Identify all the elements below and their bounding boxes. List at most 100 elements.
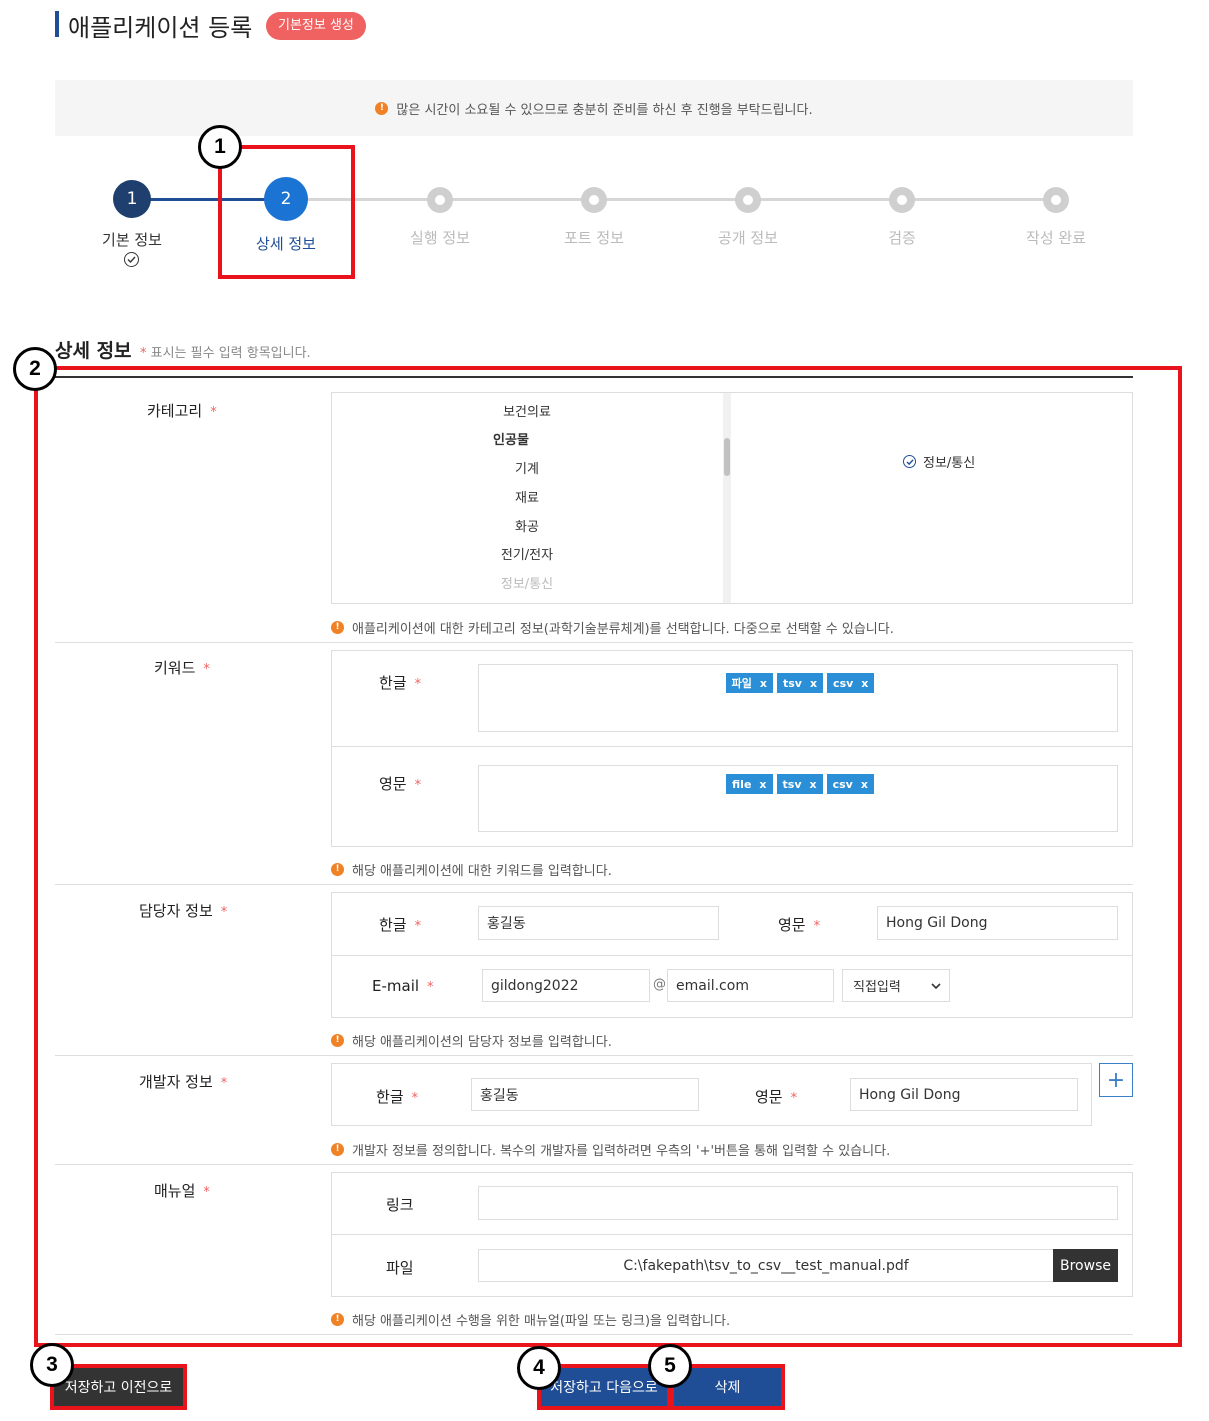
stepper-line-pending <box>286 198 1056 201</box>
at-sign: @ <box>653 977 666 992</box>
manual-label-text: 매뉴얼 <box>154 1182 196 1200</box>
tag-remove-icon[interactable]: x <box>759 778 766 791</box>
step-2-circle[interactable]: 2 <box>264 177 308 221</box>
category-label: 카테고리 * <box>147 400 217 421</box>
step-2-label: 상세 정보 <box>256 235 316 253</box>
manual-link-input[interactable] <box>478 1186 1118 1220</box>
contact-english-name-input[interactable]: Hong Gil Dong <box>877 906 1118 940</box>
keyword-korean-input[interactable]: 파일 x tsv x csv x <box>478 664 1118 732</box>
selected-category-panel <box>731 392 1133 604</box>
manual-label: 매뉴얼 * <box>154 1180 210 1201</box>
required-star: * <box>220 1076 228 1091</box>
developer-korean-name-input[interactable]: 홍길동 <box>471 1078 699 1111</box>
category-helper: ! 애플리케이션에 대한 카테고리 정보(과학기술분류체계)를 선택합니다. 다중… <box>331 618 894 637</box>
category-item[interactable]: 전기/전자 <box>332 544 722 563</box>
required-star: * <box>414 778 422 793</box>
tag-remove-icon[interactable]: x <box>810 677 817 690</box>
keyword-tag[interactable]: csv x <box>827 673 875 693</box>
required-note: * 표시는 필수 입력 항목입니다. <box>140 342 311 361</box>
chevron-down-icon <box>931 982 941 989</box>
keyword-tag[interactable]: csv x <box>826 774 874 794</box>
keyword-label: 키워드 * <box>154 657 210 678</box>
annotation-marker-1: 1 <box>198 125 242 169</box>
required-star: * <box>220 905 228 920</box>
step-6-label: 검증 <box>888 229 916 247</box>
keyword-tag[interactable]: tsv x <box>776 673 824 693</box>
tag-remove-icon[interactable]: x <box>810 778 817 791</box>
step-1-circle[interactable]: 1 <box>113 180 151 218</box>
label-text: 영문 <box>755 1088 783 1106</box>
save-and-prev-button[interactable]: 저장하고 이전으로 <box>54 1368 183 1406</box>
warning-icon: ! <box>331 621 344 634</box>
row-divider <box>55 1334 1133 1335</box>
status-badge: 기본정보 생성 <box>266 12 366 40</box>
step-5-dot[interactable] <box>735 187 761 213</box>
required-star: * <box>203 662 210 677</box>
required-star: * <box>140 346 147 361</box>
category-scrollbar[interactable] <box>723 393 731 603</box>
selected-category[interactable]: 정보/통신 <box>903 452 975 471</box>
tag-text: tsv <box>782 676 802 690</box>
required-star: * <box>414 677 422 692</box>
manual-file-label: 파일 <box>386 1259 414 1277</box>
tag-remove-icon[interactable]: x <box>861 677 868 690</box>
step-6-dot[interactable] <box>889 187 915 213</box>
contact-helper: ! 해당 애플리케이션의 담당자 정보를 입력합니다. <box>331 1031 612 1050</box>
contact-korean-name-input[interactable]: 홍길동 <box>478 906 719 940</box>
keyword-divider <box>332 746 1132 747</box>
category-item[interactable]: 보건의료 <box>332 401 722 420</box>
category-item[interactable]: 기계 <box>332 458 722 477</box>
category-label-text: 카테고리 <box>147 402 203 420</box>
step-7-dot[interactable] <box>1043 187 1069 213</box>
step-3-dot[interactable] <box>427 187 453 213</box>
manual-file-input[interactable]: C:\fakepath\tsv_to_csv__test_manual.pdf <box>478 1249 1054 1282</box>
email-domain-input[interactable]: email.com <box>667 969 834 1002</box>
category-item[interactable]: 재료 <box>332 487 722 506</box>
tag-text: 파일 <box>731 677 752 690</box>
keyword-tag[interactable]: tsv x <box>776 774 823 794</box>
email-id-input[interactable]: gildong2022 <box>482 969 650 1002</box>
category-item-selected[interactable]: 정보/통신 <box>332 573 722 592</box>
row-divider <box>55 642 1133 643</box>
keyword-tag[interactable]: 파일 x <box>725 673 773 693</box>
developer-english-name-input[interactable]: Hong Gil Dong <box>850 1078 1078 1111</box>
required-star: * <box>427 980 434 995</box>
contact-divider <box>332 955 1132 956</box>
select-value: 직접입력 <box>853 980 901 995</box>
contact-english-label: 영문 * <box>778 914 820 935</box>
tag-remove-icon[interactable]: x <box>760 677 767 690</box>
required-star: * <box>210 405 217 420</box>
contact-label: 담당자 정보 * <box>139 900 227 921</box>
label-text: E-mail <box>372 977 420 995</box>
category-list[interactable]: 보건의료 인공물 기계 재료 화공 전기/전자 정보/통신 <box>331 392 731 604</box>
tag-remove-icon[interactable]: x <box>861 778 868 791</box>
warning-icon: ! <box>375 101 389 115</box>
keyword-tag[interactable]: file x <box>726 774 773 794</box>
email-domain-select[interactable]: 직접입력 <box>842 969 950 1002</box>
required-star: * <box>414 919 422 934</box>
developer-english-label: 영문 * <box>755 1086 797 1107</box>
label-text: 한글 <box>376 1088 404 1106</box>
keyword-english-input[interactable]: file x tsv x csv x <box>478 765 1118 832</box>
label-text: 영문 <box>379 775 407 793</box>
manual-helper-text: 해당 애플리케이션 수행을 위한 매뉴얼(파일 또는 링크)을 입력합니다. <box>352 1314 731 1329</box>
selected-category-text: 정보/통신 <box>923 456 976 471</box>
add-developer-button[interactable]: + <box>1099 1063 1133 1097</box>
required-star: * <box>813 919 821 934</box>
plus-icon: + <box>1106 1067 1126 1093</box>
browse-button[interactable]: Browse <box>1053 1249 1118 1282</box>
developer-label-text: 개발자 정보 <box>139 1073 213 1091</box>
keyword-helper: ! 해당 애플리케이션에 대한 키워드를 입력합니다. <box>331 860 612 879</box>
category-item[interactable]: 화공 <box>332 516 722 535</box>
warning-icon: ! <box>331 1143 344 1156</box>
required-star: * <box>411 1091 419 1106</box>
check-circle-icon <box>124 252 139 267</box>
row-divider <box>55 1055 1133 1056</box>
annotation-marker-2: 2 <box>13 347 57 391</box>
tag-list: file x tsv x csv x <box>726 774 878 794</box>
manual-helper: ! 해당 애플리케이션 수행을 위한 매뉴얼(파일 또는 링크)을 입력합니다. <box>331 1310 730 1329</box>
step-number: 2 <box>280 189 292 209</box>
step-4-dot[interactable] <box>581 187 607 213</box>
category-scrollbar-thumb[interactable] <box>724 438 730 476</box>
category-group[interactable]: 인공물 <box>332 429 706 448</box>
